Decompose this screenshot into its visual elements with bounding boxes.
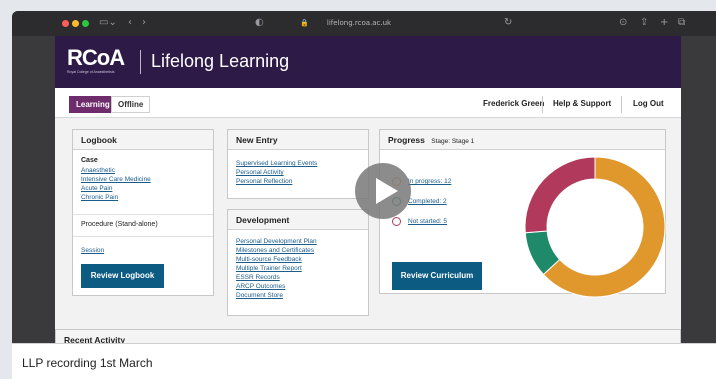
page: ▭⌄ ‹ › ◐ 🔒 lifelong.rcoa.ac.uk ↻ ⊙ ⇪ + ⧉… xyxy=(0,0,716,379)
video-caption: LLP recording 1st March xyxy=(22,356,153,370)
reload-icon[interactable]: ↻ xyxy=(504,17,512,29)
progress-title: Progress Stage: Stage 1 xyxy=(380,130,665,150)
tab-learning[interactable]: Learning xyxy=(69,96,117,113)
dev-link-document-store[interactable]: Document Store xyxy=(236,291,317,300)
logbook-link-acute-pain[interactable]: Acute Pain xyxy=(81,184,211,193)
dev-link-msf[interactable]: Multi-source Feedback xyxy=(236,255,317,264)
help-support-link[interactable]: Help & Support xyxy=(542,96,623,113)
header-divider xyxy=(140,50,141,74)
back-icon[interactable]: ‹ xyxy=(128,17,132,29)
dev-link-arcp[interactable]: ARCP Outcomes xyxy=(236,282,317,291)
download-icon[interactable]: ⊙ xyxy=(619,17,627,29)
video-caption-bar: LLP recording 1st March xyxy=(12,343,716,379)
video-frame: ▭⌄ ‹ › ◐ 🔒 lifelong.rcoa.ac.uk ↻ ⊙ ⇪ + ⧉… xyxy=(12,11,716,343)
rcoa-logo[interactable]: RCoA Royal College of Anaesthetists xyxy=(67,46,137,80)
logbook-title: Logbook xyxy=(73,130,213,150)
url-bar[interactable]: lifelong.rcoa.ac.uk xyxy=(304,17,414,29)
new-entry-link-personal-reflection[interactable]: Personal Reflection xyxy=(236,177,317,186)
procedure-link[interactable]: Procedure (Stand-alone) xyxy=(81,221,158,228)
logbook-link-icm[interactable]: Intensive Care Medicine xyxy=(81,175,211,184)
play-button[interactable] xyxy=(354,162,412,220)
close-window-button[interactable] xyxy=(62,20,69,27)
play-icon xyxy=(355,163,411,219)
case-label: Case xyxy=(81,157,98,164)
review-logbook-button[interactable]: Review Logbook xyxy=(81,264,164,288)
dev-link-milestones[interactable]: Milestones and Certificates xyxy=(236,246,317,255)
new-tab-icon[interactable]: + xyxy=(660,17,668,29)
minimize-window-button[interactable] xyxy=(72,20,79,27)
donut-slice-not-started[interactable] xyxy=(524,156,596,234)
stage-label: Stage: Stage 1 xyxy=(431,138,475,145)
new-entry-link-personal-activity[interactable]: Personal Activity xyxy=(236,168,317,177)
new-entry-link-sle[interactable]: Supervised Learning Events xyxy=(236,159,317,168)
site-header: RCoA Royal College of Anaesthetists Life… xyxy=(55,36,681,88)
shield-icon[interactable]: ◐ xyxy=(255,17,264,29)
user-name-link[interactable]: Frederick Green xyxy=(475,96,552,113)
new-entry-title: New Entry xyxy=(228,130,368,150)
recent-activity-card: Recent Activity xyxy=(55,329,681,343)
dev-link-essr[interactable]: ESSR Records xyxy=(236,273,317,282)
dev-link-mtr[interactable]: Multiple Trainer Report xyxy=(236,264,317,273)
logbook-link-chronic-pain[interactable]: Chronic Pain xyxy=(81,193,211,202)
progress-donut-chart xyxy=(524,156,666,298)
progress-card: Progress Stage: Stage 1 In progress: 12 … xyxy=(379,129,666,298)
development-title: Development xyxy=(228,210,368,230)
tabs-overview-icon[interactable]: ⧉ xyxy=(678,17,685,29)
sidebar-icon[interactable]: ▭⌄ xyxy=(99,17,117,29)
new-entry-card: New Entry Supervised Learning Events Per… xyxy=(227,129,369,199)
share-icon[interactable]: ⇪ xyxy=(640,17,648,29)
maximize-window-button[interactable] xyxy=(82,20,89,27)
forward-icon[interactable]: › xyxy=(142,17,146,29)
site-title: Lifelong Learning xyxy=(151,51,290,71)
review-curriculum-button[interactable]: Review Curriculum xyxy=(392,262,482,290)
log-out-link[interactable]: Log Out xyxy=(625,96,672,113)
logbook-card: Logbook Case Anaesthetic Intensive Care … xyxy=(72,129,214,296)
tab-offline[interactable]: Offline xyxy=(111,96,151,113)
development-card: Development Personal Development Plan Mi… xyxy=(227,209,369,316)
logbook-link-anaesthetic[interactable]: Anaesthetic xyxy=(81,166,211,175)
dev-link-pdp[interactable]: Personal Development Plan xyxy=(236,237,317,246)
top-nav: Learning Offline Frederick Green Help & … xyxy=(55,88,681,118)
browser-toolbar: ▭⌄ ‹ › ◐ 🔒 lifelong.rcoa.ac.uk ↻ ⊙ ⇪ + ⧉ xyxy=(12,11,716,36)
recent-activity-title: Recent Activity xyxy=(56,330,680,343)
dashboard: Logbook Case Anaesthetic Intensive Care … xyxy=(55,118,681,343)
session-link[interactable]: Session xyxy=(81,246,104,255)
